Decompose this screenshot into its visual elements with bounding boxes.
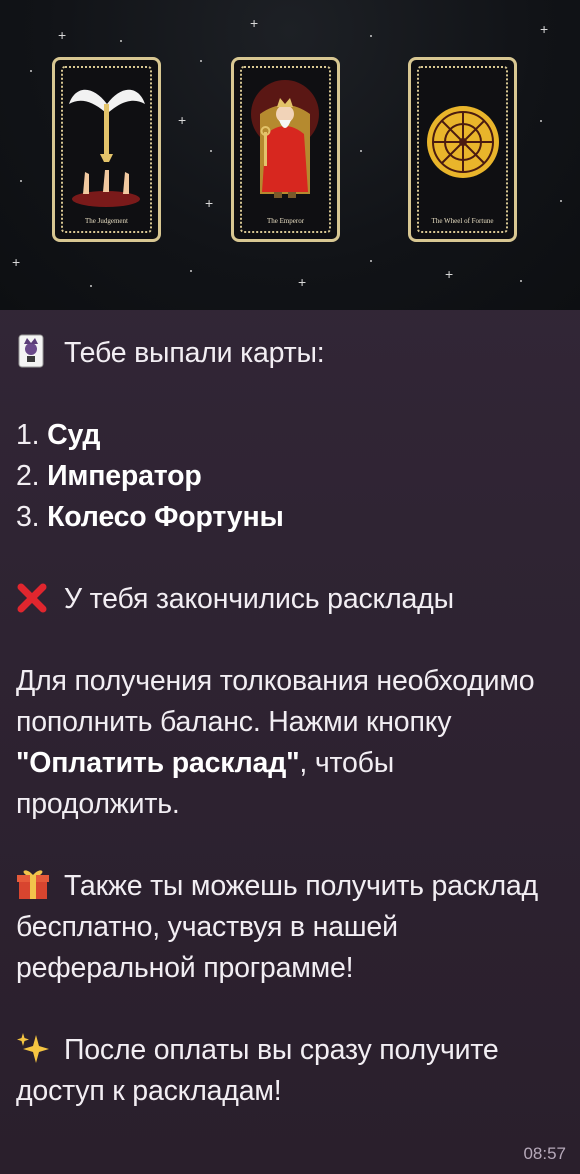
intro-text: Тебе выпали карты: — [64, 337, 325, 369]
star-icon: + — [540, 21, 549, 37]
star-icon: + — [298, 274, 307, 290]
referral-text: Также ты можешь получить расклад бесплат… — [16, 870, 538, 984]
list-number: 2. — [16, 460, 48, 492]
tarot-cards-image: + + + + + + + + The Judgement The Empero… — [0, 0, 580, 310]
card-caption: The Judgement — [85, 217, 128, 225]
card-list-item: 2. Император — [16, 456, 564, 497]
star-icon: + — [445, 266, 454, 282]
tarot-card-wheel-of-fortune: The Wheel of Fortune — [408, 57, 517, 242]
card-caption: The Emperor — [266, 217, 305, 225]
pay-button-name: "Оплатить расклад" — [16, 747, 300, 779]
emperor-illustration — [251, 80, 319, 198]
tarot-card-judgement: The Judgement — [52, 57, 161, 242]
star-icon: + — [205, 195, 214, 211]
card-list-item: 3. Колесо Фортуны — [16, 497, 564, 538]
payment-instruction: Для получения толкования необходимо попо… — [16, 661, 564, 825]
gift-icon — [16, 867, 50, 901]
judgement-illustration — [69, 89, 145, 207]
star-icon: + — [12, 254, 21, 270]
joker-card-icon — [16, 334, 50, 368]
list-number: 3. — [16, 501, 48, 533]
star-icon: + — [58, 27, 67, 43]
card-caption: The Wheel of Fortune — [431, 217, 494, 225]
referral-line: Также ты можешь получить расклад бесплат… — [16, 866, 564, 989]
intro-line: Тебе выпали карты: — [16, 333, 564, 374]
card-name: Колесо Фортуны — [47, 501, 284, 533]
star-icon: + — [250, 15, 259, 31]
card-list-item: 1. Суд — [16, 415, 564, 456]
message-time: 08:57 — [523, 1144, 566, 1163]
no-spreads-text: У тебя закончились расклады — [64, 583, 454, 615]
pay-text: Для получения толкования необходимо попо… — [16, 665, 535, 738]
red-cross-icon — [16, 582, 50, 616]
tarot-card-emperor: The Emperor — [231, 57, 340, 242]
bot-message: Тебе выпали карты: 1. Суд 2. Император 3… — [16, 333, 564, 1112]
list-number: 1. — [16, 419, 48, 451]
after-pay-line: После оплаты вы сразу получите доступ к … — [16, 1030, 564, 1112]
wheel-illustration — [427, 106, 499, 178]
sparkles-icon — [16, 1031, 50, 1065]
card-name: Император — [47, 460, 202, 492]
no-spreads-line: У тебя закончились расклады — [16, 579, 564, 620]
after-pay-text: После оплаты вы сразу получите доступ к … — [16, 1034, 499, 1107]
card-name: Суд — [47, 419, 101, 451]
star-icon: + — [178, 112, 187, 128]
